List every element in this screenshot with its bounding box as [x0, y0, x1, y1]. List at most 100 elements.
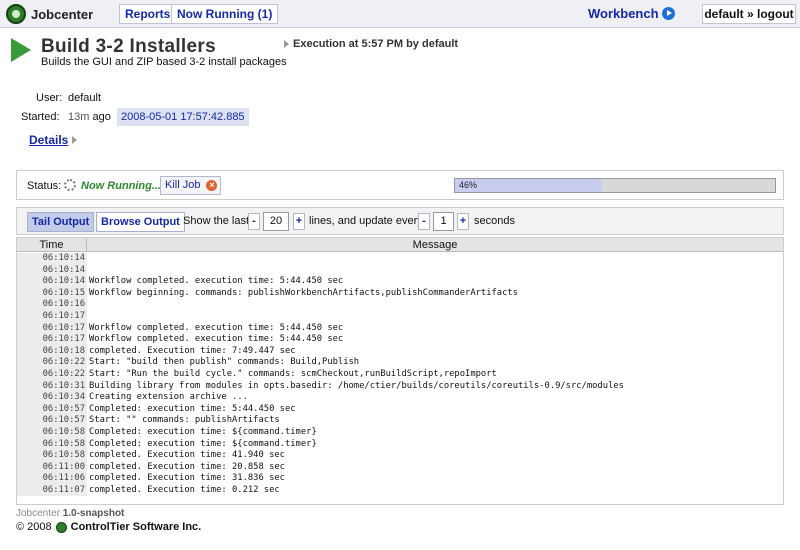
- row-message: Completed: execution time: 5:44.450 sec: [89, 403, 296, 414]
- user-value: default: [68, 92, 102, 104]
- started-date: 2008-05-01 17:57:42.885: [117, 108, 249, 126]
- workbench-link[interactable]: Workbench: [588, 6, 675, 21]
- user-label: User:: [36, 92, 63, 104]
- row-message: Workflow completed. execution time: 5:44…: [89, 322, 344, 333]
- row-time: 06:10:31: [17, 380, 87, 393]
- row-time: 06:10:17: [17, 322, 87, 335]
- row-time: 06:10:22: [17, 368, 87, 381]
- row-message: completed. Execution time: 7:49.447 sec: [89, 345, 296, 356]
- footer-version-number: 1.0-snapshot: [62, 508, 125, 519]
- output-toolbar: Tail Output Browse Output Show the last …: [16, 207, 784, 235]
- row-time: 06:10:58: [17, 450, 87, 462]
- seconds-increase-button[interactable]: +: [457, 213, 469, 230]
- row-time: 06:10:17: [17, 334, 87, 346]
- row-time: 06:10:14: [17, 276, 87, 288]
- details-link[interactable]: Details: [29, 133, 81, 147]
- row-message: completed. Execution time: 31.836 sec: [89, 473, 285, 484]
- lines-decrease-button[interactable]: -: [248, 213, 260, 230]
- lines-input[interactable]: 20: [263, 212, 289, 231]
- progress-fill: [455, 179, 603, 192]
- table-row: 06:11:06 completed. Execution time: 31.83…: [17, 473, 783, 485]
- job-description: Builds the GUI and ZIP based 3-2 install…: [41, 56, 287, 68]
- table-row: 06:11:07 completed. Execution time: 0.212…: [17, 484, 783, 497]
- tail-output-button[interactable]: Tail Output: [27, 212, 95, 232]
- now-running-link[interactable]: Now Running (1): [171, 4, 279, 24]
- copyright-text: © 2008: [16, 521, 52, 533]
- row-message: completed. Execution time: 20.858 sec: [89, 461, 285, 472]
- table-row: 06:10:14: [17, 253, 783, 265]
- table-row: 06:10:18 completed. Execution time: 7:49.…: [17, 345, 783, 358]
- table-row: 06:10:57 Completed: execution time: 5:44.…: [17, 403, 783, 416]
- table-row: 06:10:58 Completed: execution time: ${com…: [17, 426, 783, 439]
- row-time: 06:10:57: [17, 415, 87, 427]
- arrow-right-circle-icon: [661, 7, 675, 20]
- log-rows: 06:10:14 06:10:14 06:10:14 Workflow complet…: [17, 253, 783, 497]
- table-row: 06:10:31 Building library from modules in…: [17, 380, 783, 393]
- update-every-label: lines, and update every: [309, 215, 423, 227]
- table-row: 06:10:16: [17, 299, 783, 311]
- footer-app: Jobcenter: [16, 508, 60, 519]
- column-header-message[interactable]: Message: [87, 238, 783, 252]
- row-time: 06:10:57: [17, 403, 87, 416]
- row-time: 06:11:06: [17, 473, 87, 485]
- kill-job-label: Kill Job: [165, 179, 201, 191]
- row-time: 06:10:16: [17, 299, 87, 311]
- row-time: 06:10:22: [17, 357, 87, 369]
- row-message: Workflow beginning. commands: publishWor…: [89, 287, 518, 298]
- kill-job-button[interactable]: Kill Job ×: [160, 176, 222, 195]
- started-ago: 13m ago: [68, 111, 111, 123]
- row-time: 06:10:15: [17, 287, 87, 300]
- row-message: Workflow completed. execution time: 5:44…: [89, 276, 344, 287]
- spinner-icon: [64, 179, 76, 191]
- row-time: 06:10:14: [17, 253, 87, 265]
- row-message: Completed: execution time: ${command.tim…: [89, 426, 317, 437]
- row-message: Completed: execution time: ${command.tim…: [89, 438, 317, 449]
- progress-text: 46%: [459, 180, 478, 190]
- status-box: Status: Now Running... Kill Job × 46%: [16, 170, 784, 200]
- table-row: 06:10:58 Completed: execution time: ${com…: [17, 438, 783, 451]
- logout-link[interactable]: default » logout: [702, 4, 796, 24]
- footer-copyright: © 2008 ControlTier Software Inc.: [16, 521, 201, 533]
- triangle-right-icon: [284, 40, 289, 48]
- table-row: 06:10:58 completed. Execution time: 41.94…: [17, 450, 783, 462]
- reports-link[interactable]: Reports: [119, 4, 177, 24]
- brand[interactable]: Jobcenter: [6, 4, 93, 24]
- lines-increase-button[interactable]: +: [293, 213, 305, 230]
- page-title: Build 3-2 Installers: [41, 36, 216, 57]
- table-row: 06:10:14 Workflow completed. execution ti…: [17, 276, 783, 288]
- top-bar: Jobcenter Reports Now Running (1) Workbe…: [0, 0, 800, 28]
- row-message: Start: "Run the build cycle." commands: …: [89, 368, 497, 379]
- execution-info: Execution at 5:57 PM by default: [284, 38, 458, 50]
- row-time: 06:10:14: [17, 264, 87, 277]
- show-last-label: Show the last: [183, 215, 250, 227]
- row-message: Creating extension archive ...: [89, 392, 248, 403]
- row-time: 06:10:34: [17, 392, 87, 404]
- table-row: 06:10:14: [17, 264, 783, 277]
- table-row: 06:10:57 Start: "" commands: publishArtif…: [17, 415, 783, 427]
- table-row: 06:10:15 Workflow beginning. commands: pu…: [17, 287, 783, 300]
- table-row: 06:10:22 Start: "Run the build cycle." co…: [17, 368, 783, 381]
- progress-bar: 46%: [454, 178, 776, 193]
- close-icon: ×: [206, 180, 218, 191]
- started-ago-word: ago: [92, 111, 111, 123]
- column-header-time[interactable]: Time: [17, 238, 87, 252]
- seconds-decrease-button[interactable]: -: [418, 213, 430, 230]
- table-row: 06:10:34 Creating extension archive ...: [17, 392, 783, 404]
- seconds-label: seconds: [474, 215, 515, 227]
- table-row: 06:10:17 Workflow completed. execution ti…: [17, 322, 783, 335]
- output-log[interactable]: Time Message 06:10:14 06:10:14 06:10:14 Wor…: [16, 237, 784, 505]
- row-message: completed. Execution time: 41.940 sec: [89, 450, 285, 461]
- log-header: Time Message: [17, 238, 783, 252]
- details-label: Details: [29, 133, 69, 147]
- browse-output-button[interactable]: Browse Output: [96, 212, 185, 232]
- row-time: 06:10:58: [17, 438, 87, 451]
- table-row: 06:10:17: [17, 310, 783, 323]
- row-message: Start: "build then publish" commands: Bu…: [89, 357, 360, 368]
- brand-name: Jobcenter: [31, 6, 94, 22]
- row-time: 06:11:00: [17, 461, 87, 474]
- table-row: 06:11:00 completed. Execution time: 20.85…: [17, 461, 783, 474]
- seconds-input[interactable]: 1: [433, 212, 454, 231]
- running-status: Now Running...: [81, 180, 162, 192]
- table-row: 06:10:17 Workflow completed. execution ti…: [17, 334, 783, 346]
- row-message: Building library from modules in opts.ba…: [89, 380, 624, 391]
